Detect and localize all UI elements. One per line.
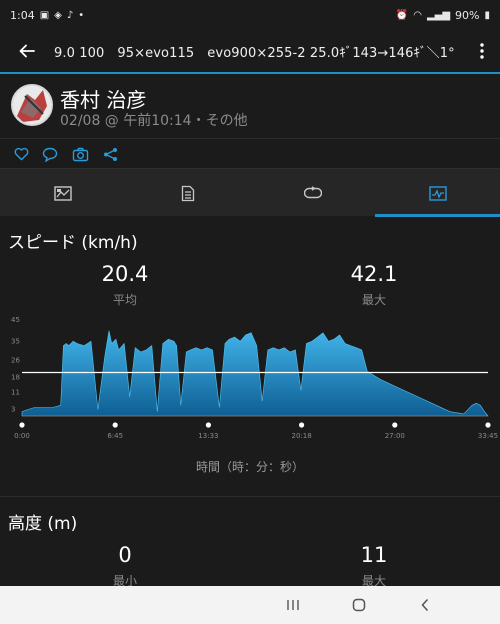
alarm-icon: ⏰ xyxy=(395,9,409,21)
x-tick-marker xyxy=(299,422,305,428)
back-arrow-icon xyxy=(19,44,35,58)
laps-icon xyxy=(303,186,322,199)
recent-apps-icon xyxy=(287,600,299,610)
camera-icon xyxy=(72,147,88,161)
y-tick-label: 26 xyxy=(11,357,20,365)
altitude-panel: 高度 (m) 0 最小 11 最大 xyxy=(0,496,500,588)
speed-chart[interactable]: 3 11 18 26 35 45 0:00 6:45 13:33 20:18 27:00 33:45 xyxy=(0,312,500,442)
y-tick-label: 3 xyxy=(11,406,15,414)
details-icon xyxy=(181,185,194,201)
heart-icon xyxy=(14,147,28,161)
x-tick-label: 27:00 xyxy=(385,432,405,440)
overview-icon xyxy=(53,185,72,201)
y-tick-label: 45 xyxy=(11,316,20,324)
speed-x-axis-caption: 時間（時：分：秒） xyxy=(195,460,304,474)
x-tick-marker xyxy=(112,422,118,428)
battery-icon: ▮ xyxy=(484,9,490,21)
altitude-max-value: 11 xyxy=(360,543,388,567)
status-bar: 1:04 ▣ ◈ ♪ • ⏰ ◠ ▂▄▆ 90% ▮ xyxy=(0,0,500,30)
charts-icon xyxy=(428,185,447,201)
avatar[interactable] xyxy=(11,84,53,126)
app-notification-icon: ◈ xyxy=(54,9,62,21)
wifi-icon: ◠ xyxy=(413,9,422,21)
speed-avg-label: 平均 xyxy=(112,293,137,307)
active-tab-indicator xyxy=(375,214,500,217)
activity-title: 9.0 100 95×evo115 evo900×255-2 25.0ｷﾞ143… xyxy=(54,45,454,61)
like-button[interactable] xyxy=(11,144,31,164)
battery-percent: 90% xyxy=(455,8,480,22)
speed-avg-value: 20.4 xyxy=(101,262,149,286)
system-navigation-bar xyxy=(0,586,500,624)
share-button[interactable] xyxy=(100,144,120,164)
tiktok-icon: ♪ xyxy=(66,9,74,21)
speed-area-series xyxy=(21,330,489,417)
avatar-image-icon xyxy=(13,86,51,124)
activity-tabbar xyxy=(0,168,500,217)
user-name: 香村 治彦 xyxy=(60,88,147,112)
tab-overview[interactable] xyxy=(0,169,125,217)
x-tick-marker xyxy=(205,422,211,428)
system-back-icon xyxy=(421,598,429,612)
speed-max-label: 最大 xyxy=(361,293,386,307)
x-tick-marker xyxy=(485,422,491,428)
comment-icon xyxy=(42,147,58,162)
altitude-panel-title: 高度 (m) xyxy=(8,514,78,534)
y-tick-label: 35 xyxy=(11,337,20,345)
x-tick-label: 20:18 xyxy=(292,432,312,440)
share-icon xyxy=(103,147,117,161)
speed-panel-title: スピード (km/h) xyxy=(8,233,138,253)
back-button[interactable] xyxy=(0,30,54,72)
recent-apps-button[interactable] xyxy=(281,593,305,617)
tab-laps[interactable] xyxy=(250,169,375,217)
more-options-button[interactable] xyxy=(464,30,500,72)
add-photo-button[interactable] xyxy=(70,144,90,164)
comment-button[interactable] xyxy=(40,144,60,164)
activity-meta: 02/08 @ 午前10:14・その他 xyxy=(60,113,248,129)
speed-max-value: 42.1 xyxy=(350,262,398,286)
system-back-button[interactable] xyxy=(413,593,437,617)
dot-icon: • xyxy=(78,9,85,21)
more-vertical-icon xyxy=(480,43,484,59)
x-tick-marker xyxy=(19,422,25,428)
x-tick-label: 0:00 xyxy=(14,432,30,440)
home-icon xyxy=(352,598,366,612)
tab-charts[interactable] xyxy=(375,169,500,217)
status-time: 1:04 xyxy=(10,8,35,22)
x-tick-label: 33:45 xyxy=(478,432,498,440)
y-tick-label: 11 xyxy=(11,389,20,397)
signal-icon: ▂▄▆ xyxy=(426,9,451,21)
social-action-row xyxy=(0,138,500,168)
x-tick-marker xyxy=(392,422,398,428)
x-tick-label: 13:33 xyxy=(198,432,218,440)
tab-details[interactable] xyxy=(125,169,250,217)
y-tick-label: 18 xyxy=(11,374,20,382)
notification-icon: ▣ xyxy=(39,9,50,21)
x-tick-label: 6:45 xyxy=(107,432,123,440)
app-bar: 9.0 100 95×evo115 evo900×255-2 25.0ｷﾞ143… xyxy=(0,30,500,72)
altitude-min-value: 0 xyxy=(118,543,132,567)
activity-header: 香村 治彦 02/08 @ 午前10:14・その他 xyxy=(0,74,500,138)
speed-panel: スピード (km/h) 20.4 平均 42.1 最大 3 11 18 26 35 45 0… xyxy=(0,224,500,492)
home-button[interactable] xyxy=(347,593,371,617)
